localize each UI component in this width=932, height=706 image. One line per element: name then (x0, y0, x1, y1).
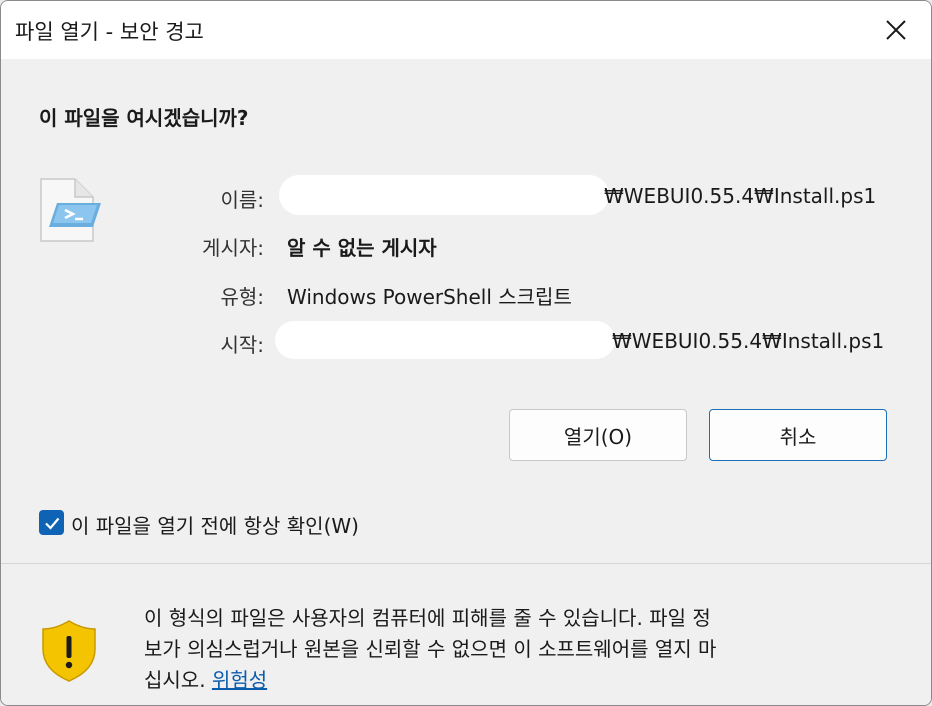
warning-line-3-text: 십시오. (144, 668, 206, 692)
warning-message: 이 형식의 파일은 사용자의 컴퓨터에 피해를 줄 수 있습니다. 파일 정 보… (144, 603, 896, 696)
redacted-path (279, 175, 609, 215)
powershell-file-icon (40, 178, 101, 242)
always-ask-label: 이 파일을 열기 전에 항상 확인(W) (71, 514, 359, 538)
name-label: 이름: (220, 188, 264, 212)
dialog-heading: 이 파일을 여시겠습니까? (39, 106, 249, 130)
warning-line-3: 십시오. 위험성 (144, 665, 896, 696)
security-warning-dialog: 파일 열기 - 보안 경고 이 파일을 여시겠습니까? 이름: ₩WEBUI0.… (0, 0, 932, 706)
close-button[interactable] (861, 1, 931, 59)
from-label: 시작: (220, 333, 264, 357)
close-icon (886, 20, 906, 40)
warning-line-1: 이 형식의 파일은 사용자의 컴퓨터에 피해를 줄 수 있습니다. 파일 정 (144, 606, 711, 630)
title-bar: 파일 열기 - 보안 경고 (1, 1, 931, 59)
checkmark-icon (44, 517, 59, 530)
risk-link[interactable]: 위험성 (212, 668, 267, 692)
type-label: 유형: (220, 285, 264, 309)
always-ask-checkbox[interactable] (39, 510, 64, 535)
open-button[interactable]: 열기(O) (509, 409, 687, 461)
publisher-value: 알 수 없는 게시자 (287, 236, 437, 260)
name-value: ₩WEBUI0.55.4₩Install.ps1 (604, 184, 877, 208)
type-value: Windows PowerShell 스크립트 (287, 285, 572, 309)
from-value: ₩WEBUI0.55.4₩Install.ps1 (612, 329, 885, 353)
warning-shield-icon (42, 620, 96, 682)
cancel-button[interactable]: 취소 (709, 409, 887, 461)
window-title: 파일 열기 - 보안 경고 (15, 20, 204, 44)
redacted-source (275, 321, 615, 359)
publisher-label: 게시자: (202, 236, 264, 260)
warning-line-2: 보가 의심스럽거나 원본을 신뢰할 수 없으면 이 소프트웨어를 열지 마 (144, 637, 717, 661)
